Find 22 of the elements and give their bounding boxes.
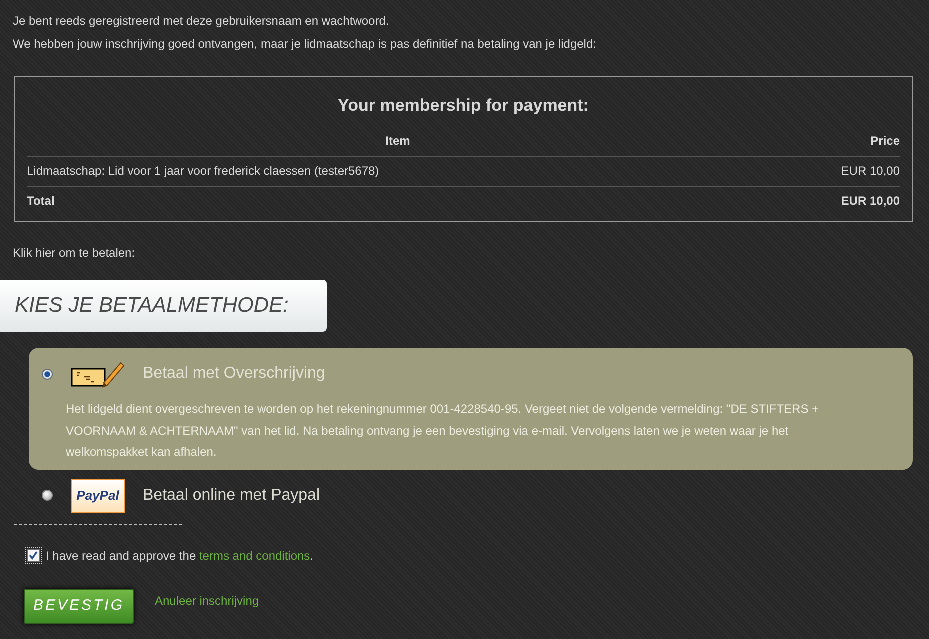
terms-text: I have read and approve the terms and conditions. (46, 548, 314, 564)
column-header: Price (769, 127, 900, 156)
envelope-pencil-icon (71, 360, 125, 388)
cancel-link[interactable]: Anuleer inschrijving (155, 592, 260, 610)
section-heading: KIES JE BETAALMETHODE: (0, 280, 327, 332)
panel-title: Your membership for payment: (337, 95, 590, 117)
prompt-text: Klik hier om te betalen: (13, 245, 136, 262)
confirm-button[interactable]: BEVESTIG (24, 588, 134, 624)
table-cell: EUR 10,00 (769, 156, 900, 186)
checkbox[interactable] (25, 547, 42, 564)
total-cell: Total (27, 186, 769, 216)
total-cell: EUR 10,00 (769, 186, 900, 216)
intro-text: We hebben jouw inschrijving goed ontvangen, maar je lidmaatschap is pas definitief na betaling van je lidgeld: (13, 36, 598, 53)
intro-text: Je bent reeds geregistreerd met deze gebruikersnaam en wachtwoord. (13, 13, 390, 30)
terms-link[interactable]: terms and conditions (199, 548, 310, 562)
option-description: Het lidgeld dient overgeschreven te worden op het rekeningnummer 001-4228540-95. Vergeet niet de volgende vermelding: "DE STIFTERS + VOORNAAM & ACHTERNAAM" van het lid. Na betaling ontvang je een bevestiging via e-mail. Vervolgens laten we je weten waar je het welkomspakket kan afhalen. (66, 401, 820, 461)
table-cell: Lidmaatschap: Lid voor 1 jaar voor frederick claessen (tester5678) (27, 156, 769, 186)
radio-button[interactable] (42, 490, 53, 501)
radio-button[interactable] (42, 368, 53, 380)
column-header: Item (27, 127, 769, 156)
paypal-logo: PayPal (71, 478, 125, 512)
option-label[interactable]: Betaal online met Paypal (143, 484, 320, 508)
